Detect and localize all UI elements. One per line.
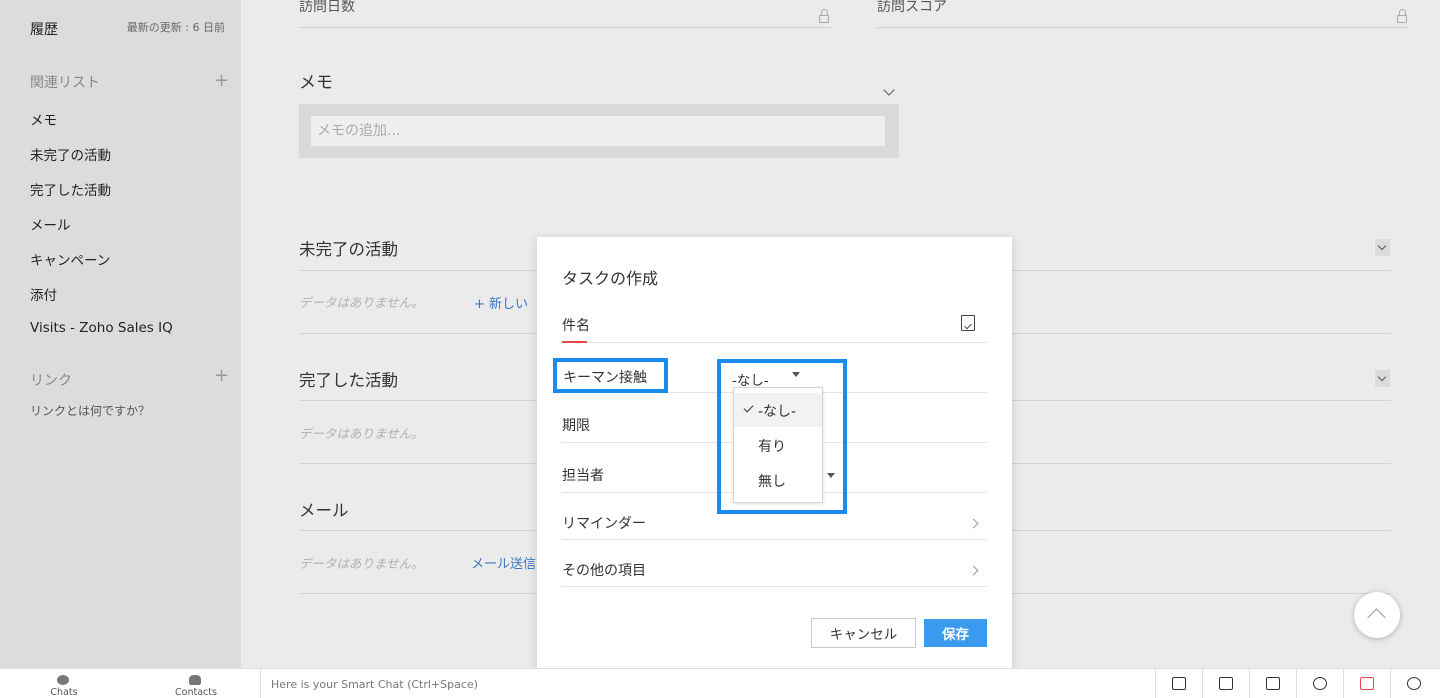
dropdown-option-no[interactable]: 無し xyxy=(734,463,822,497)
alarm-glyph xyxy=(1313,677,1327,690)
dialog-title: タスクの作成 xyxy=(562,269,659,288)
other-fields-label: その他の項目 xyxy=(562,563,646,579)
sidebar-item-visits[interactable]: Visits - Zoho Sales IQ xyxy=(30,320,173,336)
sidebar: 履歴 最新の更新 : 6 日前 関連リスト + メモ 未完了の活動 完了した活動… xyxy=(0,0,241,668)
bottom-bar: Chats Contacts Here is your Smart Chat (… xyxy=(0,668,1440,698)
scroll-to-top-button[interactable] xyxy=(1354,592,1400,638)
sidebar-item-mail[interactable]: メール xyxy=(30,214,71,234)
phone-icon[interactable] xyxy=(1343,669,1390,698)
subject-label: 件名 xyxy=(562,318,590,334)
keyman-select-value[interactable]: -なし- xyxy=(732,369,769,389)
memo-section-title: メモ xyxy=(299,73,333,93)
mail-empty: データはありません。 xyxy=(299,556,424,571)
visit-days-field: 訪問日数 xyxy=(299,0,831,28)
chevron-right-icon xyxy=(968,565,979,576)
other-fields-row[interactable]: その他の項目 xyxy=(562,556,987,587)
mail-section-title: メール xyxy=(299,501,349,520)
owner-label: 担当者 xyxy=(562,468,604,484)
option-label: 有り xyxy=(758,439,786,455)
history-icon[interactable] xyxy=(1390,669,1440,698)
keyman-label: キーマン接触 xyxy=(563,370,647,386)
chevron-right-icon xyxy=(968,518,979,529)
phone-glyph xyxy=(1360,677,1374,690)
zia-glyph xyxy=(1266,677,1280,690)
add-link-icon[interactable]: + xyxy=(214,367,229,385)
memo-box xyxy=(299,104,899,158)
last-updated-text: 最新の更新 : 6 日前 xyxy=(126,21,225,34)
history-glyph xyxy=(1407,677,1421,690)
memo-input[interactable] xyxy=(311,116,885,146)
links-title: リンク xyxy=(30,373,72,389)
collapse-open-activities-button[interactable] xyxy=(1375,239,1390,256)
add-related-list-icon[interactable]: + xyxy=(214,72,229,90)
contact-person-icon xyxy=(189,675,201,685)
due-date-label: 期限 xyxy=(562,418,590,434)
sidebar-item-open-activities[interactable]: 未完了の活動 xyxy=(30,144,111,164)
chats-label: Chats xyxy=(50,687,78,698)
reminder-label: リマインダー xyxy=(562,516,646,532)
open-activities-title: 未完了の活動 xyxy=(299,240,398,259)
chat-bubble-icon xyxy=(57,675,69,685)
option-label: -なし- xyxy=(758,404,797,420)
cancel-button[interactable]: キャンセル xyxy=(811,618,916,648)
contacts-label: Contacts xyxy=(175,687,217,698)
sidebar-item-attachments[interactable]: 添付 xyxy=(30,284,57,304)
dropdown-option-yes[interactable]: 有り xyxy=(734,428,822,462)
clipboard-glyph xyxy=(1219,677,1233,690)
dropdown-option-none[interactable]: -なし- xyxy=(734,393,822,427)
keyman-dropdown-menu: -なし- 有り 無し xyxy=(733,387,823,503)
closed-activities-empty: データはありません。 xyxy=(299,426,424,441)
sidebar-item-closed-activities[interactable]: 完了した活動 xyxy=(30,179,111,199)
subject-field[interactable]: 件名 xyxy=(562,313,987,343)
divider xyxy=(260,669,261,698)
dropdown-caret-icon[interactable] xyxy=(792,372,800,377)
sidebar-item-memo[interactable]: メモ xyxy=(30,109,57,129)
related-list-title: 関連リスト xyxy=(30,75,100,91)
visit-score-field: 訪問スコア xyxy=(877,0,1409,28)
screen-share-icon[interactable] xyxy=(1155,669,1202,698)
option-label: 無し xyxy=(758,474,786,490)
alarm-icon[interactable] xyxy=(1296,669,1343,698)
checkmark-icon xyxy=(743,402,754,413)
keyman-label-highlight: キーマン接触 xyxy=(553,358,668,393)
chevron-down-icon[interactable] xyxy=(883,84,895,96)
contacts-tab[interactable]: Contacts xyxy=(132,669,260,698)
closed-activities-title: 完了した活動 xyxy=(299,371,398,390)
smart-chat-input[interactable]: Here is your Smart Chat (Ctrl+Space) xyxy=(271,678,478,691)
new-activity-link[interactable]: + 新しい xyxy=(474,293,528,312)
required-indicator xyxy=(562,341,587,343)
lock-icon xyxy=(819,9,829,23)
history-link[interactable]: 履歴 xyxy=(30,19,58,39)
links-help-link[interactable]: リンクとは何ですか？ xyxy=(30,402,150,419)
sidebar-item-campaign[interactable]: キャンペーン xyxy=(30,249,110,269)
lock-icon xyxy=(1397,9,1407,23)
zia-icon[interactable] xyxy=(1249,669,1296,698)
open-activities-empty: データはありません。 xyxy=(299,295,424,310)
clipboard-icon[interactable] xyxy=(1202,669,1249,698)
collapse-closed-activities-button[interactable] xyxy=(1375,370,1390,387)
chats-tab[interactable]: Chats xyxy=(0,669,128,698)
subject-picker-icon[interactable] xyxy=(961,315,975,331)
visit-score-label: 訪問スコア xyxy=(877,0,947,15)
send-mail-link[interactable]: メール送信 xyxy=(471,553,536,572)
save-button[interactable]: 保存 xyxy=(924,619,987,647)
screen-share-glyph xyxy=(1172,677,1186,690)
visit-days-label: 訪問日数 xyxy=(299,0,355,15)
